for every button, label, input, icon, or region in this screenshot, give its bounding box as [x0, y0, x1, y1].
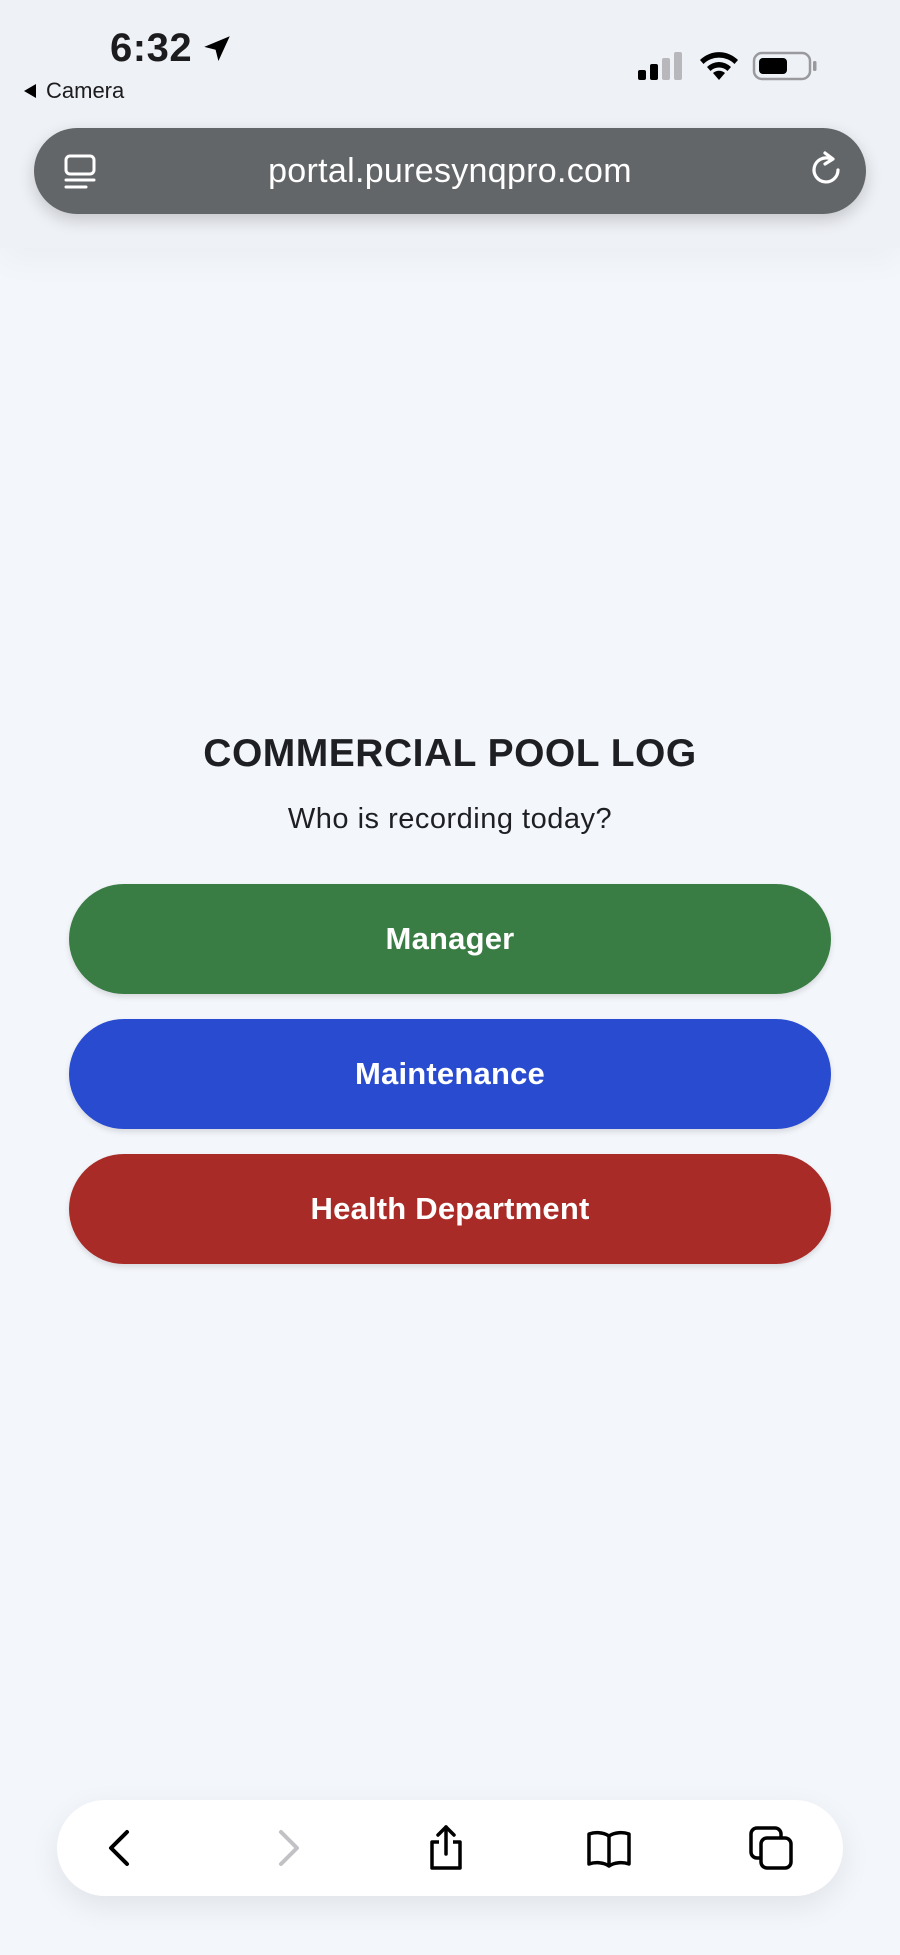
health-department-button[interactable]: Health Department: [69, 1154, 831, 1264]
browser-header: 6:32 Camera portal.puresynqpro.com: [0, 0, 900, 248]
location-arrow-icon: [204, 35, 230, 61]
wifi-icon: [700, 52, 738, 80]
cellular-signal-icon: [638, 52, 682, 80]
share-icon[interactable]: [422, 1824, 470, 1872]
battery-icon: [752, 51, 817, 81]
bottom-toolbar: [57, 1800, 843, 1896]
page-title: COMMERCIAL POOL LOG: [203, 732, 697, 775]
status-time: 6:32: [110, 26, 234, 71]
back-triangle-icon: [24, 84, 36, 98]
back-icon[interactable]: [97, 1824, 145, 1872]
forward-icon[interactable]: [263, 1824, 311, 1872]
back-to-app-link[interactable]: Camera: [24, 78, 124, 104]
reload-icon[interactable]: [806, 150, 846, 190]
url-text: portal.puresynqpro.com: [268, 151, 632, 190]
manager-button[interactable]: Manager: [69, 884, 831, 994]
address-bar[interactable]: portal.puresynqpro.com: [34, 128, 866, 214]
bookmarks-icon[interactable]: [585, 1824, 633, 1872]
tabs-icon[interactable]: [747, 1824, 795, 1872]
status-time-text: 6:32: [110, 26, 193, 70]
back-app-label: Camera: [46, 78, 125, 103]
page-menu-icon[interactable]: [62, 152, 100, 190]
maintenance-button[interactable]: Maintenance: [69, 1019, 831, 1129]
page-subtitle: Who is recording today?: [287, 803, 613, 835]
